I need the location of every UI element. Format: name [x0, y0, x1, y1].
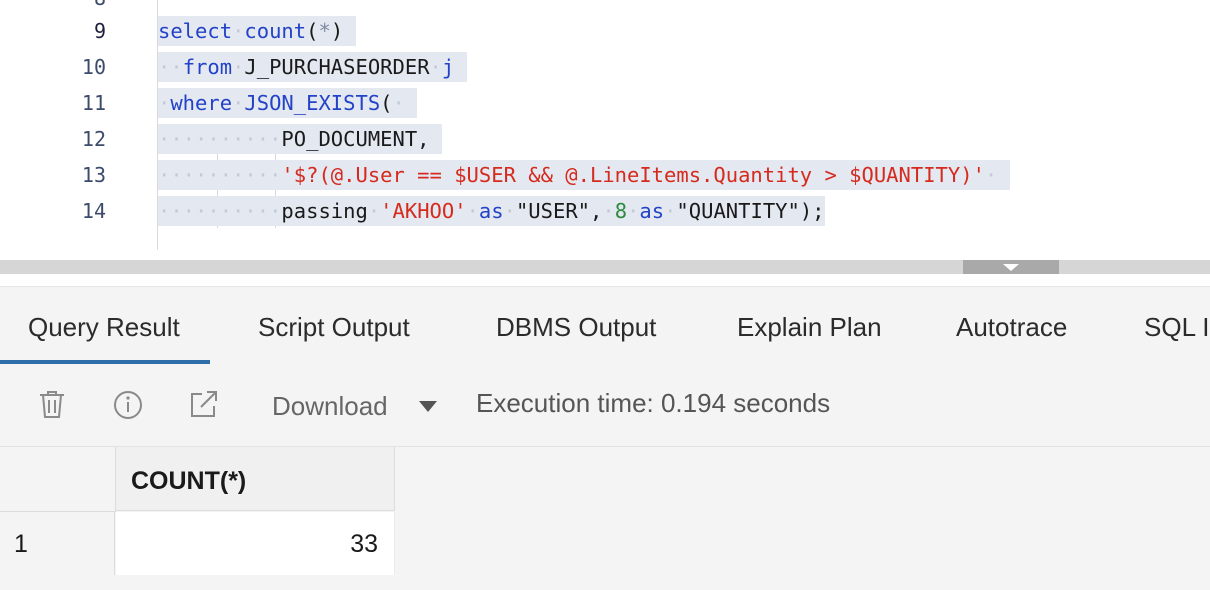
info-icon[interactable] — [112, 388, 144, 420]
result-toolbar: Download Execution time: 0.194 seconds — [0, 364, 1210, 447]
open-external-icon[interactable] — [188, 388, 220, 420]
code-line-13: ··········'$?(@.User == $USER && @.LineI… — [158, 160, 1010, 190]
tab-query-result[interactable]: Query Result — [0, 287, 210, 364]
table-cell[interactable]: 33 — [116, 512, 395, 575]
grid-corner — [0, 447, 116, 512]
splitter-collapse-handle[interactable] — [963, 260, 1059, 274]
line-number: 11 — [81, 91, 106, 115]
tab-explain-plan[interactable]: Explain Plan — [737, 287, 882, 364]
pane-splitter[interactable] — [0, 260, 1210, 274]
output-tabs: Query Result Script Output DBMS Output E… — [0, 287, 1210, 364]
code-line-9: select·count(*) — [158, 16, 356, 46]
code-line-12: ··········PO_DOCUMENT, — [158, 124, 442, 154]
row-number: 1 — [0, 512, 115, 575]
line-number: 14 — [81, 199, 106, 223]
line-number: 10 — [81, 55, 106, 79]
result-grid: COUNT(*) 1 33 — [0, 447, 1210, 590]
download-button[interactable]: Download — [272, 364, 388, 446]
code-line-10: ··from·J_PURCHASEORDER·j — [158, 52, 467, 82]
column-header[interactable]: COUNT(*) — [116, 447, 395, 511]
chevron-down-icon[interactable] — [419, 401, 437, 412]
sql-editor[interactable]: 8 9 10 11 12 13 14 select·count(*) ··fro… — [0, 0, 1210, 250]
tab-autotrace[interactable]: Autotrace — [956, 287, 1067, 364]
trash-icon[interactable] — [36, 388, 68, 420]
code-line-14: ··········passing·'AKHOO'·as·"USER",·8·a… — [158, 196, 825, 226]
execution-time: Execution time: 0.194 seconds — [476, 388, 831, 418]
tab-script-output[interactable]: Script Output — [258, 287, 410, 364]
tab-dbms-output[interactable]: DBMS Output — [496, 287, 656, 364]
line-number: 12 — [81, 127, 106, 151]
line-number: 9 — [93, 19, 106, 43]
tab-sql-history[interactable]: SQL I — [1144, 287, 1210, 364]
line-number: 13 — [81, 163, 106, 187]
code-line-11: ·where·JSON_EXISTS(· — [158, 88, 418, 118]
